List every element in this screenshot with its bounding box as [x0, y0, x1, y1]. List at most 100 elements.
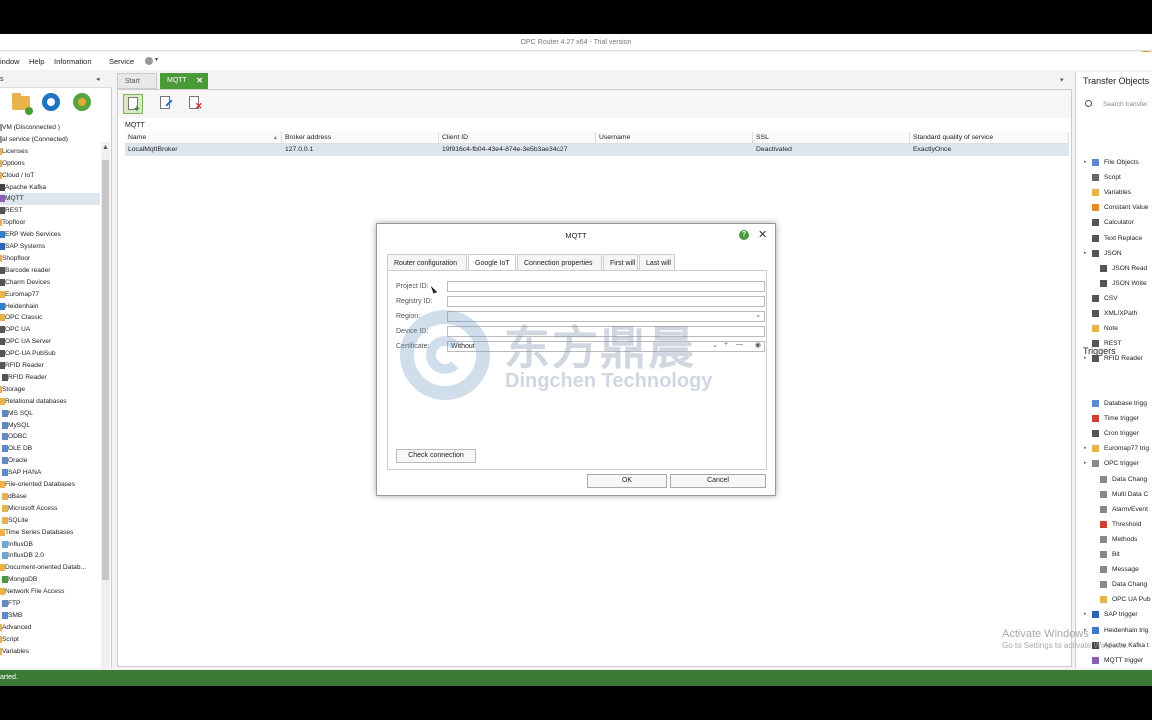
close-icon[interactable]: ✕ [758, 228, 767, 241]
tab-mqtt[interactable]: MQTT ✕ [160, 73, 208, 89]
new-folder-icon[interactable] [12, 93, 33, 115]
tree-item[interactable]: Oracle [0, 455, 100, 467]
tree-item[interactable]: MQTT [0, 193, 100, 206]
tab-google-iot[interactable]: Google IoT [468, 254, 516, 271]
tree-item[interactable]: InfluxDB 2.0 [0, 550, 100, 562]
tree-item[interactable]: al service (Connected) [0, 134, 100, 146]
tree-item[interactable]: Script [0, 634, 100, 646]
tree-item[interactable]: REST [0, 205, 100, 217]
tree-item[interactable]: Storage [0, 384, 100, 396]
view-certificate-icon[interactable]: ◉ [755, 341, 761, 349]
column-header-qos[interactable]: Standard quality of service [910, 132, 1069, 144]
tree-item[interactable]: MySQL [0, 420, 100, 432]
tree-item[interactable]: Relational databases [0, 396, 100, 408]
tree-item[interactable]: SQLite [0, 515, 100, 527]
tree-item[interactable]: ERP Web Services [0, 229, 100, 241]
tree-item[interactable]: Shopfloor [0, 253, 100, 265]
tree-item[interactable]: MongoDB [0, 574, 100, 586]
check-connection-button[interactable]: Check connection [396, 449, 476, 463]
help-icon[interactable]: ? [739, 230, 749, 240]
edit-connection-button[interactable] [156, 94, 176, 114]
registry-id-input[interactable] [447, 296, 765, 307]
tree-item[interactable]: Cloud / IoT [0, 170, 100, 182]
tree-item[interactable]: OPC UA [0, 324, 100, 336]
add-connection-button[interactable]: + [123, 94, 143, 115]
add-certificate-icon[interactable]: + [724, 341, 728, 348]
column-header-broker[interactable]: Broker address [282, 132, 439, 144]
tree-item[interactable]: OPC UA Server [0, 336, 100, 348]
tabs-dropdown-icon[interactable]: ▾ [1060, 76, 1064, 84]
tree-item[interactable]: Variables [0, 646, 100, 658]
tree-item[interactable]: Charm Devices [0, 277, 100, 289]
table-row[interactable]: LocalMqttBroker 127.0.0.1 19f916c4-fb04-… [125, 144, 1069, 156]
scroll-thumb[interactable] [102, 160, 109, 580]
tree-item[interactable]: OPC-UA PubSub [0, 348, 100, 360]
close-tab-icon[interactable]: ✕ [196, 76, 203, 85]
tree-item[interactable]: OPC Classic [0, 312, 100, 324]
tree-item[interactable]: SAP HANA [0, 467, 100, 479]
tree-item[interactable]: Time Series Databases [0, 527, 100, 539]
remove-certificate-icon[interactable]: — [736, 341, 743, 348]
tree-item[interactable]: Network File Access [0, 586, 100, 598]
tree-item[interactable]: Heidenhain [0, 301, 100, 313]
tree-item[interactable]: ODBC [0, 431, 100, 443]
tree-item[interactable]: OLE DB [0, 443, 100, 455]
chevron-down-icon[interactable]: ⌄ [712, 341, 718, 349]
tree-item[interactable]: RFID Reader [0, 372, 100, 384]
menu-information[interactable]: Information [54, 57, 92, 66]
tree-item[interactable]: Euromap77 [0, 289, 100, 301]
tree-item[interactable]: SAP Systems [0, 241, 100, 253]
menu-help[interactable]: Help [29, 57, 44, 66]
tree-item[interactable]: RFID Reader [0, 360, 100, 372]
tree-item[interactable]: Options [0, 158, 100, 170]
column-header-name[interactable]: Name [125, 132, 282, 144]
chevron-down-icon[interactable]: ⌄ [755, 311, 761, 319]
tree-item[interactable]: Topfloor [0, 217, 100, 229]
tab-router-configuration[interactable]: Router configuration [387, 254, 467, 271]
expand-arrow-icon[interactable]: ▸ [1084, 355, 1087, 361]
column-header-ssl[interactable]: SSL [753, 132, 910, 144]
settings-gear-icon[interactable] [42, 93, 60, 111]
expand-arrow-icon[interactable]: ▸ [1084, 611, 1087, 617]
tree-item[interactable]: Microsoft Access [0, 503, 100, 515]
expand-arrow-icon[interactable]: ▸ [1084, 460, 1087, 466]
tree-item[interactable]: Document-oriented Datab... [0, 562, 100, 574]
column-header-username[interactable]: Username [596, 132, 753, 144]
service-status-icon[interactable] [145, 57, 153, 65]
tree-item[interactable]: SMB [0, 610, 100, 622]
chevron-down-icon[interactable]: ▾ [155, 56, 158, 63]
tree-item[interactable]: VM (Disconnected ) [0, 122, 100, 134]
certificate-select[interactable]: Without ⌄ + — ◉ [447, 341, 765, 352]
tree-item[interactable]: Barcode reader [0, 265, 100, 277]
tab-connection-properties[interactable]: Connection properties [517, 254, 602, 271]
expand-arrow-icon[interactable]: ▸ [1084, 445, 1087, 451]
expand-arrow-icon[interactable]: ▸ [1084, 159, 1087, 165]
tab-start[interactable]: Start [117, 73, 157, 89]
cancel-button[interactable]: Cancel [670, 474, 766, 488]
column-header-client-id[interactable]: Client ID [439, 132, 596, 144]
tree-item[interactable]: Licenses [0, 146, 100, 158]
tree-item[interactable]: FTP [0, 598, 100, 610]
tree-item[interactable]: dBase [0, 491, 100, 503]
navigator-scrollbar[interactable]: ▲ ▼ [101, 142, 110, 682]
ok-button[interactable]: OK [587, 474, 667, 488]
tab-last-will[interactable]: Last will [639, 254, 675, 271]
tree-item[interactable]: Advanced [0, 622, 100, 634]
delete-connection-button[interactable]: ✕ [185, 94, 205, 114]
tab-first-will[interactable]: First will [603, 254, 638, 271]
expand-arrow-icon[interactable]: ▸ [1084, 250, 1087, 256]
tree-item[interactable]: MS SQL [0, 408, 100, 420]
transfer-search-input[interactable]: Search transfer [1082, 98, 1152, 112]
device-id-input[interactable] [447, 326, 765, 337]
collapse-left-icon[interactable]: ◂ [96, 75, 100, 83]
region-select[interactable]: ⌄ [447, 311, 765, 322]
tree-item[interactable]: Apache Kafka [0, 182, 100, 194]
project-id-input[interactable] [447, 281, 765, 292]
menu-window[interactable]: indow [0, 57, 20, 66]
tree-item[interactable]: File-oriented Databases [0, 479, 100, 491]
tree-item[interactable]: InfluxDB [0, 539, 100, 551]
palette-item-icon [1100, 596, 1107, 604]
menu-service[interactable]: Service [109, 57, 134, 66]
scroll-up-icon[interactable]: ▲ [102, 144, 109, 151]
plugin-gear-icon[interactable] [73, 93, 91, 111]
